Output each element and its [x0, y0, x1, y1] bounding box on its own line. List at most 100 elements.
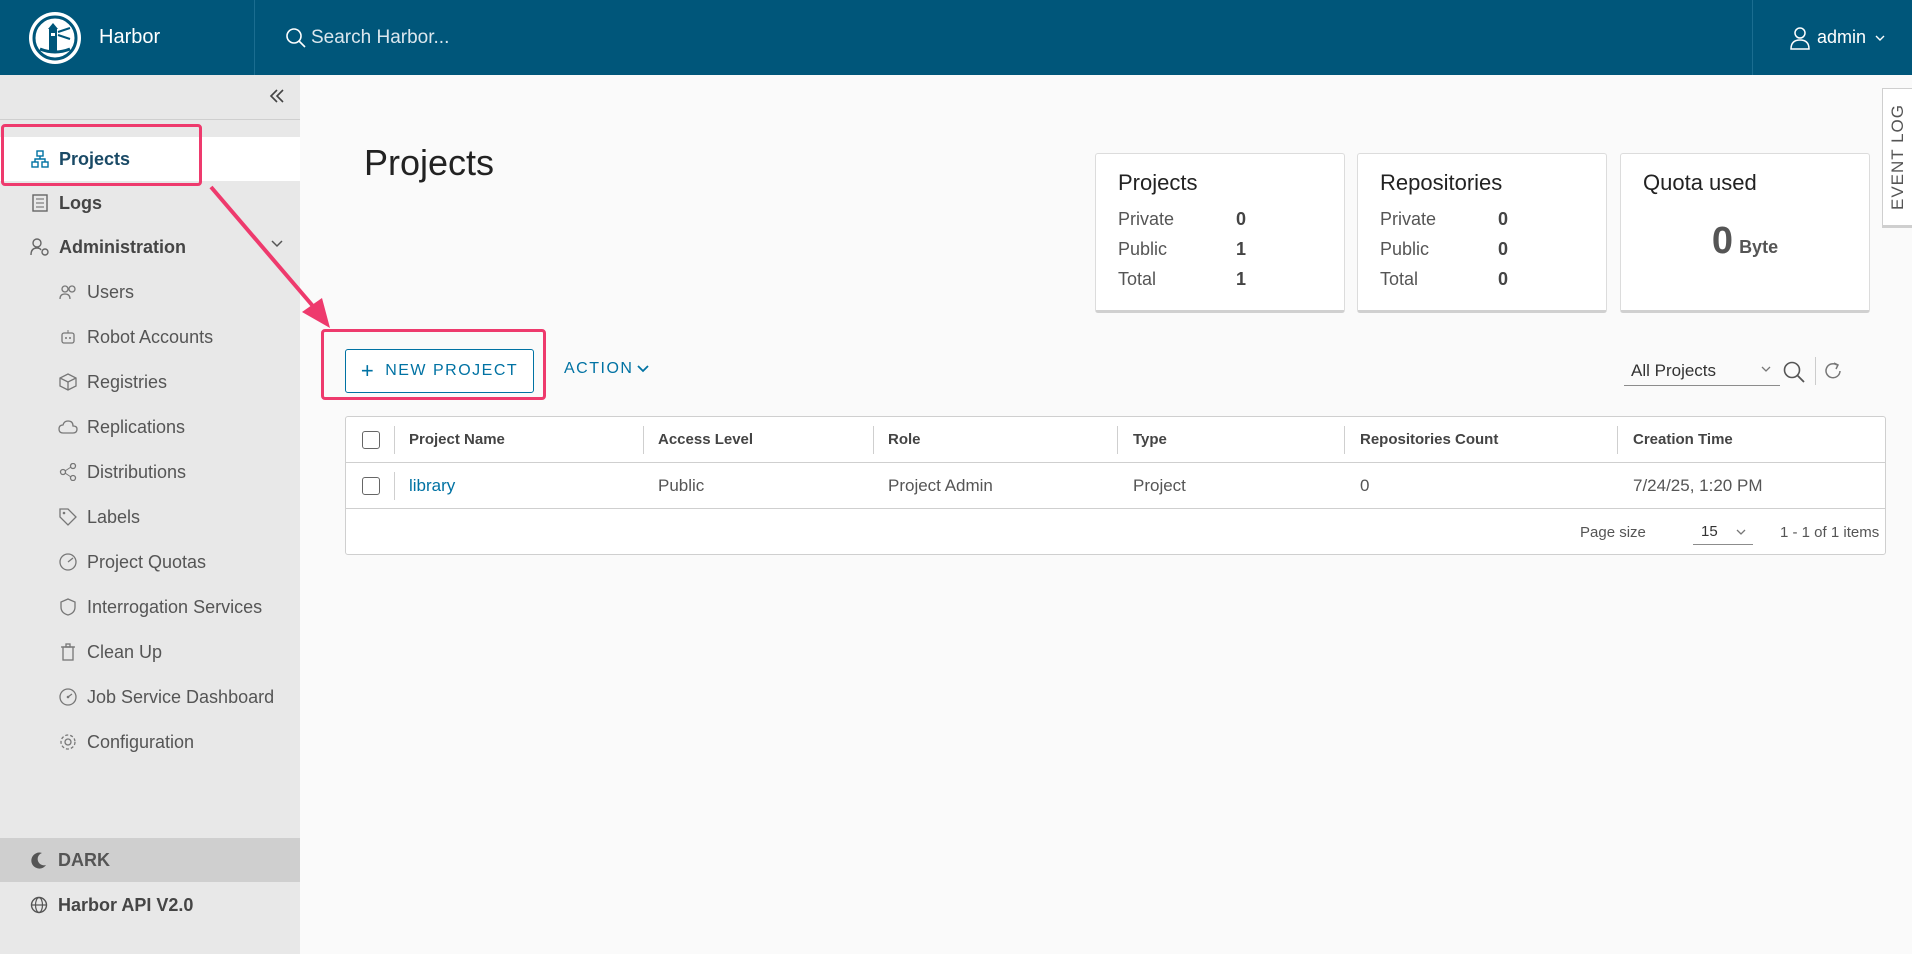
- action-label: ACTION: [564, 360, 634, 377]
- sidebar-item-label: Replications: [87, 416, 186, 437]
- row-checkbox[interactable]: [362, 476, 380, 495]
- table-row: library Public Project Admin Project 0 7…: [346, 463, 1885, 509]
- filter-value: All Projects: [1631, 360, 1717, 380]
- user-name: admin: [1816, 27, 1866, 47]
- chevron-down-icon: [1875, 35, 1885, 41]
- stat-value: 0: [1498, 209, 1509, 229]
- table-header: Project Name Access Level Role Type Repo…: [346, 417, 1885, 463]
- toolbar-divider: [1815, 357, 1816, 385]
- chevron-down-icon: [1736, 529, 1746, 535]
- stat-label: Private: [1118, 209, 1175, 229]
- brand[interactable]: Harbor: [0, 0, 255, 75]
- pagination-info: 1 - 1 of 1 items: [1780, 523, 1880, 541]
- sidebar-item-users[interactable]: Users: [0, 270, 300, 314]
- page-size-select[interactable]: 15: [1693, 519, 1753, 545]
- repositories-count-cell: 0: [1360, 475, 1370, 495]
- dark-label: DARK: [58, 849, 110, 870]
- column-header[interactable]: Project Name: [409, 417, 505, 462]
- search-projects-button[interactable]: [1782, 360, 1806, 389]
- sidebar-item-logs[interactable]: Logs: [0, 181, 300, 225]
- labels-icon: [58, 507, 78, 527]
- project-name-link[interactable]: library: [409, 463, 455, 508]
- global-search[interactable]: [285, 26, 1752, 49]
- trash-icon: [58, 642, 78, 662]
- quotas-icon: [58, 552, 78, 572]
- quota-unit: Byte: [1739, 237, 1779, 257]
- stat-label: Total: [1380, 269, 1419, 289]
- page-title: Projects: [364, 142, 495, 183]
- top-header: Harbor admin: [0, 0, 1912, 75]
- column-separator: [394, 426, 395, 454]
- user-icon: [1790, 26, 1810, 50]
- table-footer: Page size 15 1 - 1 of 1 items: [346, 509, 1885, 555]
- stat-label: Total: [1118, 269, 1157, 289]
- sidebar-item-interrogation-services[interactable]: Interrogation Services: [0, 585, 300, 629]
- sidebar-item-label: Job Service Dashboard: [87, 686, 275, 707]
- stat-total: Total 0: [1380, 264, 1584, 294]
- dark-theme-toggle[interactable]: DARK: [0, 838, 300, 882]
- quota-number: 0: [1711, 220, 1734, 262]
- brand-title: Harbor: [99, 26, 161, 48]
- sidebar-item-robot-accounts[interactable]: Robot Accounts: [0, 315, 300, 359]
- project-filter-select[interactable]: All Projects: [1624, 356, 1780, 386]
- sidebar-item-labels[interactable]: Labels: [0, 495, 300, 539]
- column-header[interactable]: Type: [1133, 417, 1167, 462]
- action-dropdown[interactable]: ACTION: [564, 360, 650, 378]
- stat-private: Private 0: [1380, 204, 1584, 234]
- shield-icon: [58, 597, 78, 617]
- stat-value: 1: [1236, 269, 1247, 289]
- event-log-tab[interactable]: EVENT LOG: [1882, 88, 1912, 228]
- user-menu[interactable]: admin: [1751, 0, 1912, 75]
- refresh-button[interactable]: [1822, 360, 1844, 387]
- event-log-label: EVENT LOG: [1887, 104, 1907, 210]
- moon-icon: [31, 852, 46, 869]
- sidebar-item-label: Interrogation Services: [87, 596, 263, 617]
- chevron-down-icon: [637, 365, 650, 373]
- column-header[interactable]: Access Level: [658, 417, 753, 462]
- column-header[interactable]: Creation Time: [1633, 417, 1733, 462]
- collapse-sidebar-button[interactable]: [268, 87, 286, 110]
- dashboard-icon: [58, 687, 78, 707]
- sidebar-item-label: Logs: [59, 192, 102, 213]
- column-separator: [873, 426, 874, 454]
- sidebar-item-label: Labels: [87, 506, 141, 527]
- page-size-label: Page size: [1580, 523, 1646, 541]
- highlight-box-projects: [1, 124, 202, 186]
- sidebar-item-project-quotas[interactable]: Project Quotas: [0, 540, 300, 584]
- quota-summary-card: Quota used 0 Byte: [1620, 153, 1870, 313]
- distributions-icon: [58, 462, 78, 482]
- type-cell: Project: [1133, 475, 1186, 495]
- role-cell: Project Admin: [888, 475, 993, 495]
- column-separator: [1344, 426, 1345, 454]
- column-header[interactable]: Repositories Count: [1360, 417, 1498, 462]
- stat-value: 0: [1498, 269, 1509, 289]
- column-separator: [643, 426, 644, 454]
- column-separator: [1117, 426, 1118, 454]
- search-input[interactable]: [311, 26, 711, 49]
- column-separator: [394, 472, 395, 500]
- sidebar-item-configuration[interactable]: Configuration: [0, 720, 300, 764]
- stat-public: Public 0: [1380, 234, 1584, 264]
- replications-icon: [58, 417, 78, 437]
- logs-icon: [30, 193, 50, 213]
- api-label: Harbor API V2.0: [58, 894, 194, 915]
- sidebar-item-distributions[interactable]: Distributions: [0, 450, 300, 494]
- sidebar-item-clean-up[interactable]: Clean Up: [0, 630, 300, 674]
- chevron-down-icon: [271, 240, 283, 248]
- sidebar-item-replications[interactable]: Replications: [0, 405, 300, 449]
- sidebar-item-registries[interactable]: Registries: [0, 360, 300, 404]
- card-title: Quota used: [1643, 170, 1757, 195]
- double-chevron-left-icon: [269, 89, 284, 103]
- column-separator: [1617, 426, 1618, 454]
- stat-label: Public: [1380, 239, 1430, 259]
- harbor-api-link[interactable]: Harbor API V2.0: [0, 883, 300, 927]
- quota-value: 0 Byte: [1643, 220, 1847, 263]
- sidebar-item-job-service-dashboard[interactable]: Job Service Dashboard: [0, 675, 300, 719]
- page-size-value: 15: [1701, 523, 1718, 540]
- sidebar-item-administration[interactable]: Administration: [0, 225, 300, 269]
- column-header[interactable]: Role: [888, 417, 921, 462]
- access-level-cell: Public: [658, 475, 705, 495]
- stat-label: Private: [1380, 209, 1437, 229]
- select-all-checkbox[interactable]: [362, 430, 380, 449]
- card-title: Repositories: [1380, 170, 1503, 195]
